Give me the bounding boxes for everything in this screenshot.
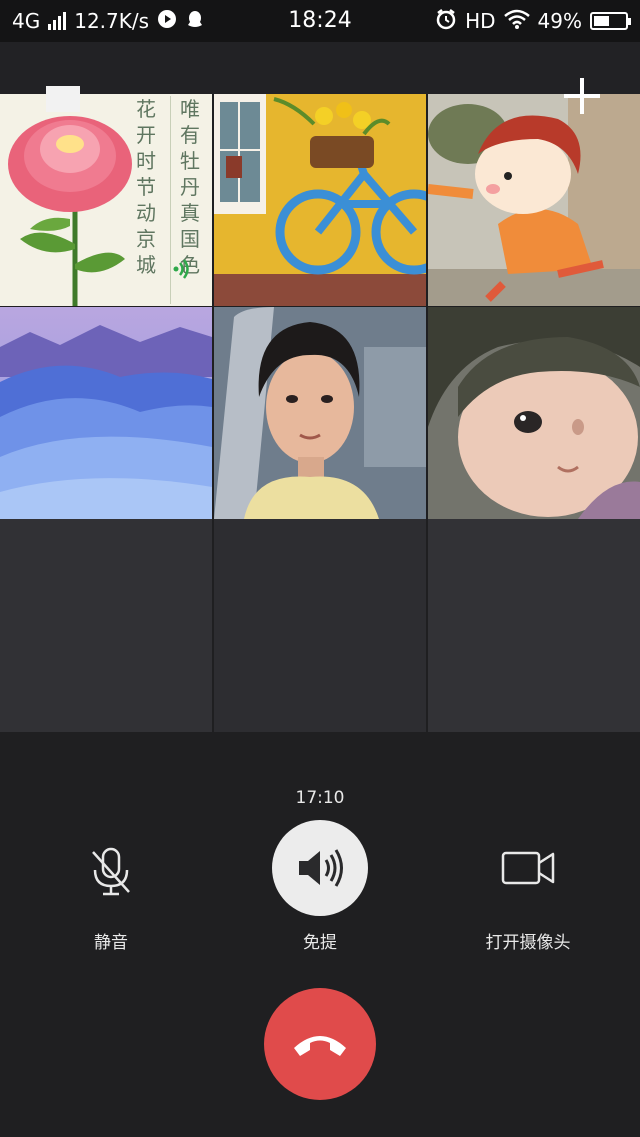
poem-column-right: 唯有牡丹真国色 — [180, 97, 200, 277]
camera-button[interactable]: 打开摄像头 — [448, 820, 608, 960]
hd-indicator: HD — [465, 9, 496, 33]
wifi-icon — [503, 9, 530, 34]
battery-percent: 49% — [537, 9, 582, 33]
call-top-bar — [0, 42, 640, 94]
speaker-icon — [296, 846, 346, 894]
participant-tile-peony[interactable]: 花开时节动京城 唯有牡丹真国色 — [0, 94, 212, 306]
dunes-avatar-image — [0, 307, 212, 519]
participant-tile-bicycle[interactable] — [214, 94, 426, 306]
hang-up-phone-icon — [290, 1026, 350, 1066]
participant-grid: 花开时节动京城 唯有牡丹真国色 — [0, 94, 640, 732]
hang-up-button[interactable] — [264, 988, 376, 1100]
mute-label: 静音 — [94, 933, 128, 953]
participant-tile-cartoon[interactable] — [428, 94, 640, 306]
alarm-icon — [435, 8, 457, 35]
participant-tile-baby[interactable] — [428, 307, 640, 519]
bicycle-avatar-image — [214, 94, 426, 306]
mic-off-icon — [89, 846, 133, 900]
woman-avatar-image — [214, 307, 426, 519]
mute-button[interactable]: 静音 — [31, 820, 191, 960]
empty-slot — [214, 519, 426, 732]
status-bar: 4G 12.7K/s 18:24 HD 49% — [0, 0, 640, 42]
empty-slot — [0, 519, 212, 732]
speaker-active-background — [272, 820, 368, 916]
speaker-label: 免提 — [303, 933, 337, 953]
call-timer: 17:10 — [295, 788, 345, 808]
participant-tile-woman[interactable] — [214, 307, 426, 519]
poem-column-left: 花开时节动京城 — [136, 97, 156, 277]
camera-label: 打开摄像头 — [485, 933, 571, 953]
minimize-icon[interactable] — [46, 86, 80, 112]
cartoon-avatar-image — [428, 94, 640, 306]
add-participant-icon[interactable] — [562, 76, 602, 116]
participant-tile-dunes[interactable] — [0, 307, 212, 519]
empty-slot — [428, 519, 640, 732]
baby-avatar-image — [428, 307, 640, 519]
speaking-indicator-icon — [172, 258, 192, 280]
battery-icon — [590, 12, 631, 30]
speaker-button[interactable]: 免提 — [240, 820, 400, 960]
video-camera-icon — [501, 850, 555, 890]
